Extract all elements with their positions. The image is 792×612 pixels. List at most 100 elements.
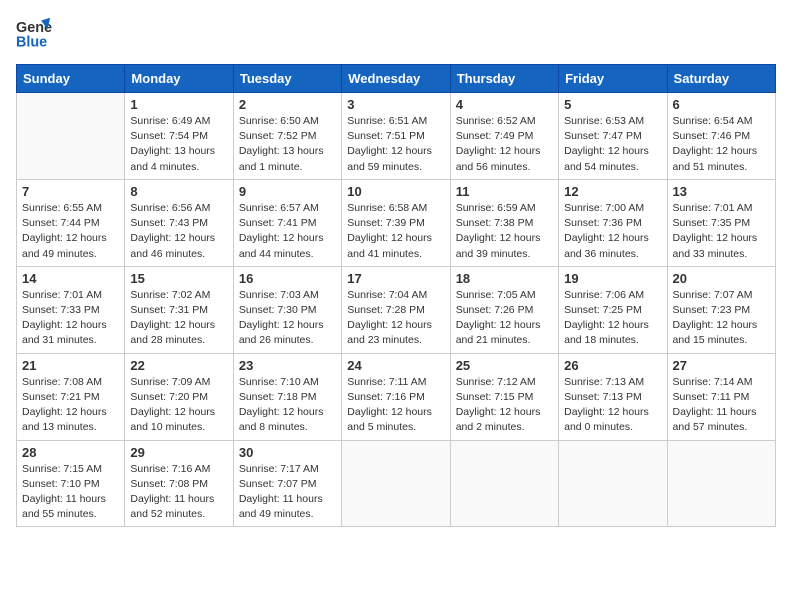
header-cell-saturday: Saturday [667,65,775,93]
day-info: Sunrise: 6:58 AMSunset: 7:39 PMDaylight:… [347,201,444,262]
day-info: Sunrise: 6:57 AMSunset: 7:41 PMDaylight:… [239,201,336,262]
calendar-week-1: 1Sunrise: 6:49 AMSunset: 7:54 PMDaylight… [17,93,776,180]
day-number: 26 [564,358,661,373]
day-info: Sunrise: 7:16 AMSunset: 7:08 PMDaylight:… [130,462,227,523]
day-info: Sunrise: 7:00 AMSunset: 7:36 PMDaylight:… [564,201,661,262]
day-info: Sunrise: 7:15 AMSunset: 7:10 PMDaylight:… [22,462,119,523]
calendar-cell [559,440,667,527]
day-info: Sunrise: 7:13 AMSunset: 7:13 PMDaylight:… [564,375,661,436]
calendar-cell [342,440,450,527]
calendar-cell: 9 Sunrise: 6:57 AMSunset: 7:41 PMDaylight… [233,179,341,266]
calendar-cell: 2 Sunrise: 6:50 AMSunset: 7:52 PMDaylight… [233,93,341,180]
calendar-cell: 7 Sunrise: 6:55 AMSunset: 7:44 PMDaylight… [17,179,125,266]
day-number: 2 [239,97,336,112]
calendar-cell: 30Sunrise: 7:17 AMSunset: 7:07 PMDayligh… [233,440,341,527]
calendar-cell: 23 Sunrise: 7:10 AMSunset: 7:18 PMDayligh… [233,353,341,440]
day-info: Sunrise: 7:07 AMSunset: 7:23 PMDaylight:… [673,288,770,349]
header-cell-tuesday: Tuesday [233,65,341,93]
day-number: 29 [130,445,227,460]
day-number: 22 [130,358,227,373]
day-info: Sunrise: 7:01 AMSunset: 7:33 PMDaylight:… [22,288,119,349]
calendar-header-row: SundayMondayTuesdayWednesdayThursdayFrid… [17,65,776,93]
day-number: 8 [130,184,227,199]
day-info: Sunrise: 7:09 AMSunset: 7:20 PMDaylight:… [130,375,227,436]
calendar-week-4: 21Sunrise: 7:08 AMSunset: 7:21 PMDayligh… [17,353,776,440]
calendar-cell: 1Sunrise: 6:49 AMSunset: 7:54 PMDaylight… [125,93,233,180]
calendar-cell: 10 Sunrise: 6:58 AMSunset: 7:39 PMDayligh… [342,179,450,266]
day-number: 4 [456,97,553,112]
calendar-cell: 28 Sunrise: 7:15 AMSunset: 7:10 PMDayligh… [17,440,125,527]
calendar-cell: 11 Sunrise: 6:59 AMSunset: 7:38 PMDayligh… [450,179,558,266]
day-info: Sunrise: 7:06 AMSunset: 7:25 PMDaylight:… [564,288,661,349]
day-number: 20 [673,271,770,286]
day-number: 14 [22,271,119,286]
day-number: 25 [456,358,553,373]
day-number: 17 [347,271,444,286]
svg-text:Blue: Blue [16,35,47,51]
day-info: Sunrise: 7:12 AMSunset: 7:15 PMDaylight:… [456,375,553,436]
header-cell-wednesday: Wednesday [342,65,450,93]
calendar-week-2: 7 Sunrise: 6:55 AMSunset: 7:44 PMDaylight… [17,179,776,266]
calendar-cell: 20 Sunrise: 7:07 AMSunset: 7:23 PMDayligh… [667,266,775,353]
day-number: 18 [456,271,553,286]
calendar-cell: 22 Sunrise: 7:09 AMSunset: 7:20 PMDayligh… [125,353,233,440]
calendar-cell [450,440,558,527]
day-info: Sunrise: 6:51 AMSunset: 7:51 PMDaylight:… [347,114,444,175]
calendar-cell [667,440,775,527]
calendar-cell: 21Sunrise: 7:08 AMSunset: 7:21 PMDayligh… [17,353,125,440]
day-number: 24 [347,358,444,373]
day-number: 28 [22,445,119,460]
day-info: Sunrise: 7:03 AMSunset: 7:30 PMDaylight:… [239,288,336,349]
day-info: Sunrise: 7:05 AMSunset: 7:26 PMDaylight:… [456,288,553,349]
day-number: 9 [239,184,336,199]
day-number: 7 [22,184,119,199]
calendar-cell: 12 Sunrise: 7:00 AMSunset: 7:36 PMDayligh… [559,179,667,266]
day-number: 11 [456,184,553,199]
day-number: 27 [673,358,770,373]
header-cell-sunday: Sunday [17,65,125,93]
calendar-cell: 25 Sunrise: 7:12 AMSunset: 7:15 PMDayligh… [450,353,558,440]
logo-icon: General Blue [16,16,52,52]
day-info: Sunrise: 6:59 AMSunset: 7:38 PMDaylight:… [456,201,553,262]
day-info: Sunrise: 7:04 AMSunset: 7:28 PMDaylight:… [347,288,444,349]
day-number: 1 [130,97,227,112]
calendar-cell: 29 Sunrise: 7:16 AMSunset: 7:08 PMDayligh… [125,440,233,527]
calendar-cell: 27 Sunrise: 7:14 AMSunset: 7:11 PMDayligh… [667,353,775,440]
calendar-cell: 13 Sunrise: 7:01 AMSunset: 7:35 PMDayligh… [667,179,775,266]
day-info: Sunrise: 7:01 AMSunset: 7:35 PMDaylight:… [673,201,770,262]
calendar-cell [17,93,125,180]
calendar-cell: 16 Sunrise: 7:03 AMSunset: 7:30 PMDayligh… [233,266,341,353]
day-number: 16 [239,271,336,286]
calendar-cell: 19 Sunrise: 7:06 AMSunset: 7:25 PMDayligh… [559,266,667,353]
day-number: 5 [564,97,661,112]
day-info: Sunrise: 6:52 AMSunset: 7:49 PMDaylight:… [456,114,553,175]
day-number: 13 [673,184,770,199]
calendar-cell: 5 Sunrise: 6:53 AMSunset: 7:47 PMDaylight… [559,93,667,180]
calendar-week-3: 14 Sunrise: 7:01 AMSunset: 7:33 PMDayligh… [17,266,776,353]
logo: General Blue [16,16,52,52]
day-number: 23 [239,358,336,373]
header-cell-thursday: Thursday [450,65,558,93]
calendar-table: SundayMondayTuesdayWednesdayThursdayFrid… [16,64,776,527]
day-info: Sunrise: 6:54 AMSunset: 7:46 PMDaylight:… [673,114,770,175]
day-info: Sunrise: 6:50 AMSunset: 7:52 PMDaylight:… [239,114,336,175]
day-number: 19 [564,271,661,286]
day-info: Sunrise: 7:02 AMSunset: 7:31 PMDaylight:… [130,288,227,349]
calendar-week-5: 28 Sunrise: 7:15 AMSunset: 7:10 PMDayligh… [17,440,776,527]
calendar-cell: 14 Sunrise: 7:01 AMSunset: 7:33 PMDayligh… [17,266,125,353]
day-info: Sunrise: 6:53 AMSunset: 7:47 PMDaylight:… [564,114,661,175]
day-info: Sunrise: 7:14 AMSunset: 7:11 PMDaylight:… [673,375,770,436]
calendar-cell: 4 Sunrise: 6:52 AMSunset: 7:49 PMDaylight… [450,93,558,180]
day-info: Sunrise: 7:17 AMSunset: 7:07 PMDaylight:… [239,462,336,523]
day-info: Sunrise: 7:08 AMSunset: 7:21 PMDaylight:… [22,375,119,436]
day-info: Sunrise: 6:55 AMSunset: 7:44 PMDaylight:… [22,201,119,262]
day-number: 12 [564,184,661,199]
calendar-cell: 17 Sunrise: 7:04 AMSunset: 7:28 PMDayligh… [342,266,450,353]
day-info: Sunrise: 7:10 AMSunset: 7:18 PMDaylight:… [239,375,336,436]
day-number: 10 [347,184,444,199]
day-number: 6 [673,97,770,112]
header: General Blue [16,16,776,52]
calendar-cell: 26 Sunrise: 7:13 AMSunset: 7:13 PMDayligh… [559,353,667,440]
day-info: Sunrise: 6:56 AMSunset: 7:43 PMDaylight:… [130,201,227,262]
day-number: 3 [347,97,444,112]
